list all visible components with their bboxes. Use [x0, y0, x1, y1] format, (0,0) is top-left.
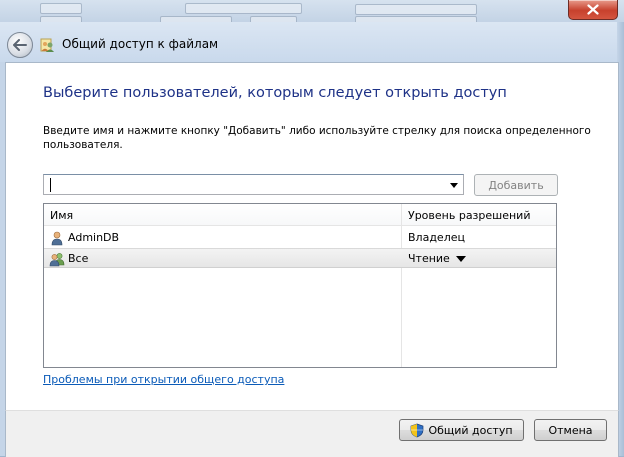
page-title: Выберите пользователей, которым следует …	[43, 85, 507, 101]
column-header-permission[interactable]: Уровень разрешений	[408, 209, 530, 222]
dropdown-arrow-icon[interactable]	[450, 183, 458, 188]
permission-dropdown[interactable]: Чтение	[408, 252, 466, 265]
user-name-combobox[interactable]	[43, 174, 464, 195]
user-icon	[51, 231, 63, 246]
users-group-icon	[49, 253, 65, 267]
chevron-down-icon[interactable]	[455, 256, 466, 262]
dialog-content: Выберите пользователей, которым следует …	[5, 62, 619, 411]
list-item[interactable]: AdminDB Владелец	[44, 228, 556, 248]
dialog-footer: Общий доступ Отмена	[5, 410, 619, 457]
user-name: AdminDB	[68, 231, 120, 244]
sharing-troubleshoot-link[interactable]: Проблемы при открытии общего доступа	[43, 373, 284, 386]
uac-shield-icon	[411, 423, 424, 437]
close-button[interactable]	[568, 0, 618, 20]
permission-level: Владелец	[408, 231, 465, 244]
text-caret	[50, 178, 51, 192]
share-button-label: Общий доступ	[428, 423, 513, 437]
list-header: Имя Уровень разрешений	[44, 204, 556, 226]
window-title: Общий доступ к файлам	[62, 37, 219, 51]
user-name: Все	[68, 252, 89, 265]
instructions-text: Введите имя и нажмите кнопку "Добавить" …	[43, 125, 591, 151]
close-icon	[587, 4, 599, 15]
share-button[interactable]: Общий доступ	[399, 419, 524, 441]
cancel-button[interactable]: Отмена	[534, 419, 607, 441]
permission-level: Чтение	[408, 252, 450, 265]
list-item[interactable]: Все Чтение	[44, 248, 556, 268]
back-button[interactable]	[7, 32, 33, 58]
column-header-name[interactable]: Имя	[50, 209, 73, 222]
add-button[interactable]: Добавить	[474, 174, 558, 196]
users-list[interactable]: Имя Уровень разрешений AdminDB Владелец …	[43, 203, 557, 368]
title-bar: Общий доступ к файлам	[0, 22, 624, 62]
back-arrow-icon	[13, 39, 27, 51]
file-sharing-icon	[40, 38, 54, 52]
